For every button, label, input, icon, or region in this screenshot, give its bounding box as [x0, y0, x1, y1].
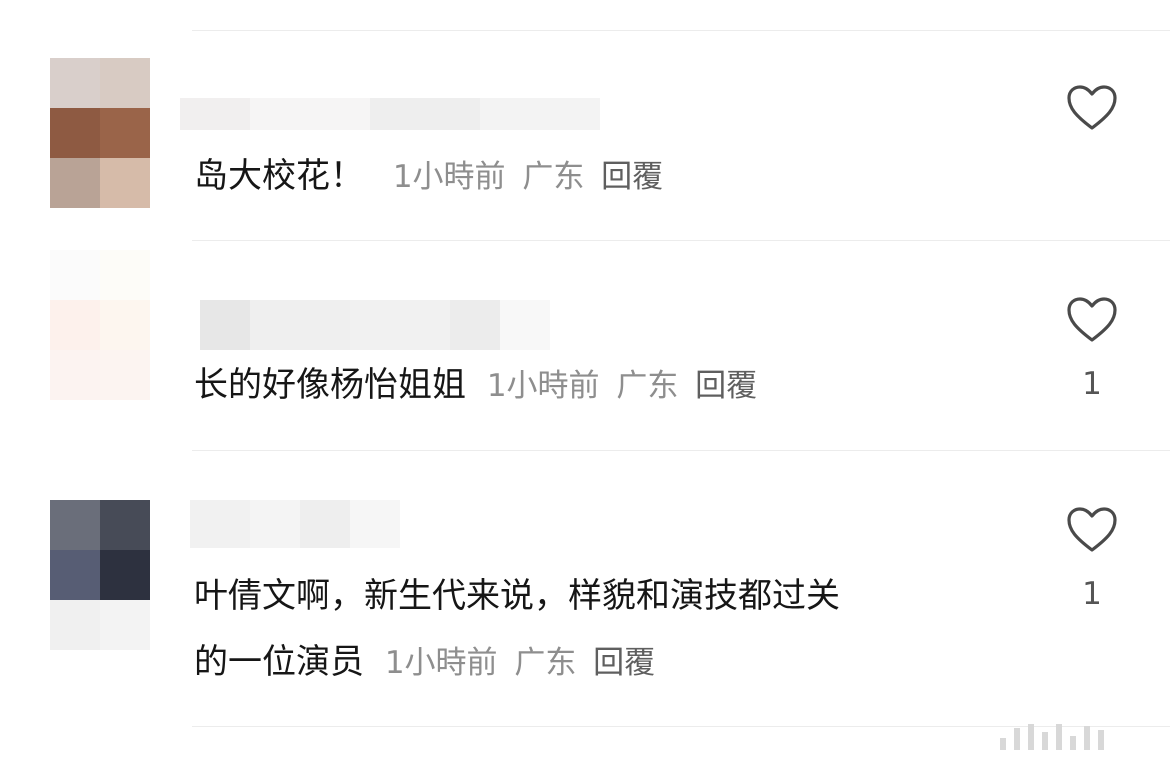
heart-outline-icon: [1067, 507, 1117, 552]
like-count: 1: [1082, 366, 1102, 402]
watermark: [1000, 724, 1104, 750]
comment-time: 1小時前: [384, 645, 498, 681]
username-blurred[interactable]: [190, 500, 400, 548]
heart-outline-icon: [1067, 85, 1117, 130]
username-blurred[interactable]: [180, 98, 600, 130]
reply-button[interactable]: 回覆: [593, 645, 655, 681]
avatar[interactable]: [50, 58, 150, 208]
like-button[interactable]: [1062, 506, 1122, 554]
like-count: 1: [1082, 576, 1102, 612]
comment-location: 广东: [616, 368, 679, 404]
avatar[interactable]: [50, 250, 150, 400]
heart-outline-icon: [1067, 297, 1117, 342]
comment-text: 叶倩文啊，新生代来说，样貌和演技都过关: [194, 576, 840, 616]
divider: [192, 30, 1170, 31]
username-blurred[interactable]: [200, 300, 550, 350]
reply-button[interactable]: 回覆: [601, 159, 663, 195]
like-button[interactable]: [1062, 296, 1122, 344]
comment-text: 长的好像杨怡姐姐 1小時前 广东 回覆: [194, 365, 758, 405]
comment-text-line2: 的一位演员 1小時前 广东 回覆: [194, 642, 656, 682]
reply-button[interactable]: 回覆: [695, 368, 757, 404]
comment-time: 1小時前: [392, 159, 506, 195]
comment-list: 岛大校花！ 1小時前 广东 回覆 长的好像杨怡姐姐 1小時前 广东 回覆 1 叶…: [0, 0, 1170, 773]
comment-time: 1小時前: [486, 368, 600, 404]
divider: [192, 240, 1170, 241]
like-button[interactable]: [1062, 84, 1122, 132]
comment-location: 广东: [522, 159, 585, 195]
divider: [192, 450, 1170, 451]
comment-text: 岛大校花！ 1小時前 广东 回覆: [194, 156, 664, 196]
avatar[interactable]: [50, 500, 150, 650]
comment-location: 广东: [514, 645, 577, 681]
